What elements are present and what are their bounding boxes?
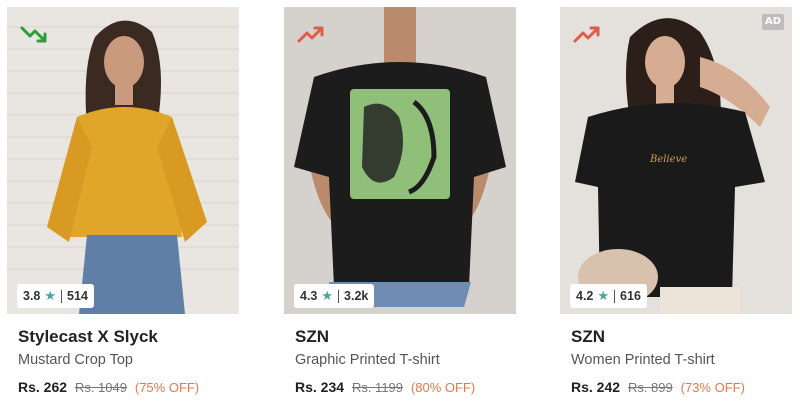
original-price: Rs. 899 [627,380,673,395]
rating-badge: 3.8 ★ 514 [17,284,94,308]
discount-label: (73% OFF) [680,380,745,395]
sale-price: Rs. 234 [295,379,345,395]
ad-badge: AD [762,14,784,30]
sale-price: Rs. 262 [18,379,68,395]
rating-value: 4.2 [576,289,594,303]
price-row: Rs. 262 Rs. 1049 (75% OFF) [18,379,199,395]
svg-text:Believe: Believe [649,154,687,165]
product-title[interactable]: Mustard Crop Top [18,352,133,368]
rating-badge: 4.3 ★ 3.2k [294,284,375,308]
product-image[interactable]: 3.8 ★ 514 [7,7,239,314]
trend-up-icon [572,23,602,45]
original-price: Rs. 1199 [351,380,404,395]
rating-value: 3.8 [23,289,41,303]
product-brand[interactable]: Stylecast X Slyck [18,327,158,347]
product-card[interactable]: 3.8 ★ 514 Stylecast X Slyck Mustard Crop… [7,7,239,402]
price-row: Rs. 234 Rs. 1199 (80% OFF) [295,379,475,395]
product-card[interactable]: Believe AD 4.2 ★ 616 SZN Women Printed T… [560,7,792,402]
trend-up-icon [296,23,326,45]
product-grid: 3.8 ★ 514 Stylecast X Slyck Mustard Crop… [0,0,800,406]
product-brand[interactable]: SZN [571,327,605,347]
star-icon: ★ [44,288,57,303]
rating-badge: 4.2 ★ 616 [570,284,647,308]
product-brand[interactable]: SZN [295,327,329,347]
star-icon: ★ [321,288,334,303]
rating-divider [61,289,63,303]
discount-label: (80% OFF) [410,380,476,395]
trend-down-icon [19,23,49,45]
product-image[interactable]: Believe AD 4.2 ★ 616 [560,7,792,314]
sale-price: Rs. 242 [571,379,621,395]
rating-divider [338,289,340,303]
product-image[interactable]: 4.3 ★ 3.2k [284,7,516,314]
original-price: Rs. 1049 [74,380,127,395]
price-row: Rs. 242 Rs. 899 (73% OFF) [571,379,745,395]
product-title[interactable]: Graphic Printed T-shirt [295,352,440,368]
review-count: 616 [620,289,641,303]
discount-label: (75% OFF) [134,380,200,395]
review-count: 514 [67,289,88,303]
star-icon: ★ [597,288,610,303]
rating-divider [614,289,616,303]
product-title[interactable]: Women Printed T-shirt [571,352,715,368]
product-card[interactable]: 4.3 ★ 3.2k SZN Graphic Printed T-shirt R… [284,7,516,402]
rating-value: 4.3 [300,289,318,303]
review-count: 3.2k [344,289,369,303]
